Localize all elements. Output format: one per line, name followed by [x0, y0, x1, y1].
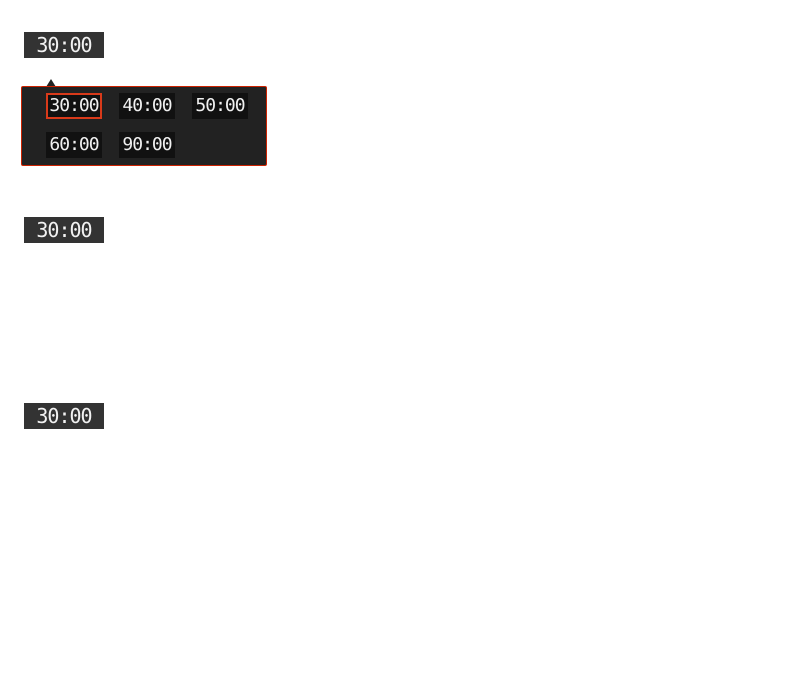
duration-option-30[interactable]: 30:00	[46, 93, 102, 119]
duration-option-50[interactable]: 50:00	[192, 93, 248, 119]
timer-display-3[interactable]: 30:00	[24, 403, 104, 429]
duration-option-90[interactable]: 90:00	[119, 132, 175, 158]
timer-display-1[interactable]: 30:00	[24, 32, 104, 58]
duration-option-60[interactable]: 60:00	[46, 132, 102, 158]
duration-option-40[interactable]: 40:00	[119, 93, 175, 119]
duration-popup: 30:00 40:00 50:00 60:00 90:00	[21, 86, 267, 166]
timer-display-2[interactable]: 30:00	[24, 217, 104, 243]
